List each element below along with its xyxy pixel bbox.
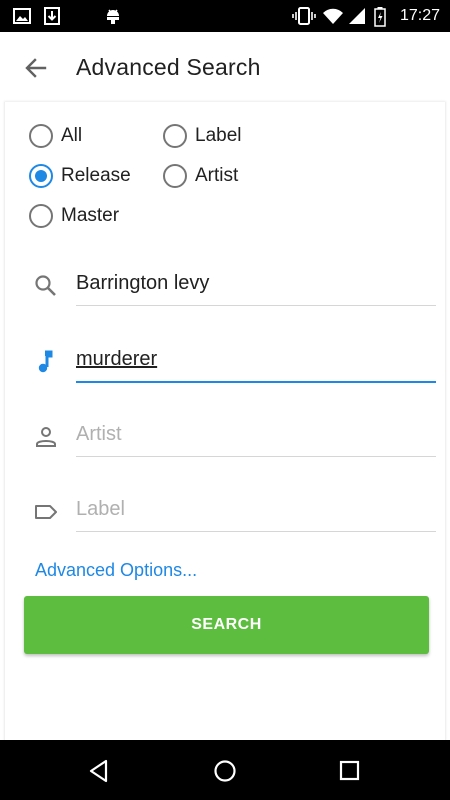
radio-circle[interactable] <box>29 124 53 148</box>
nav-recents-icon[interactable] <box>336 757 364 785</box>
radio-release[interactable]: Release <box>29 161 131 191</box>
label-underline <box>76 531 436 532</box>
artist-field <box>5 408 447 468</box>
radio-label-option[interactable]: Label <box>163 121 242 151</box>
artist-underline <box>76 456 436 457</box>
track-field <box>5 333 447 393</box>
search-button[interactable]: SEARCH <box>24 596 429 654</box>
cell-signal-icon <box>348 7 366 30</box>
arrow-back-icon[interactable] <box>22 54 50 82</box>
radio-label: Artist <box>195 165 239 186</box>
search-icon <box>33 273 59 299</box>
battery-icon <box>374 7 386 32</box>
query-field <box>5 257 447 317</box>
music-note-icon <box>33 349 59 375</box>
status-time: 17:27 <box>399 7 440 24</box>
track-underline <box>76 381 436 383</box>
radio-circle[interactable] <box>29 204 53 228</box>
nav-back-icon[interactable] <box>86 757 114 785</box>
artist-input[interactable] <box>76 418 436 450</box>
query-input[interactable] <box>76 267 436 299</box>
radio-circle[interactable] <box>29 164 53 188</box>
person-icon <box>33 424 59 450</box>
advanced-options-link[interactable]: Advanced Options... <box>35 560 197 581</box>
radio-label: All <box>61 125 83 146</box>
download-icon <box>44 7 60 30</box>
label-field <box>5 483 447 543</box>
query-underline <box>76 305 436 306</box>
radio-all[interactable]: All <box>29 121 82 151</box>
radio-circle[interactable] <box>163 164 187 188</box>
status-bar: 17:27 <box>0 0 450 32</box>
radio-master[interactable]: Master <box>29 201 119 231</box>
nav-home-icon[interactable] <box>211 757 239 785</box>
radio-label: Release <box>61 165 131 186</box>
label-tag-icon <box>33 499 59 525</box>
radio-artist[interactable]: Artist <box>163 161 238 191</box>
page-title: Advanced Search <box>76 54 261 80</box>
radio-circle[interactable] <box>163 124 187 148</box>
radio-label: Master <box>61 205 120 226</box>
vibrate-icon <box>292 7 316 30</box>
label-input[interactable] <box>76 493 436 525</box>
advanced-search-form: All Label Release Artist Master Barringt… <box>4 102 446 742</box>
track-input[interactable] <box>76 343 436 375</box>
radio-label: Label <box>195 125 242 146</box>
wifi-icon <box>322 7 344 30</box>
image-icon <box>13 7 31 30</box>
app-bar: Advanced Search <box>0 32 450 102</box>
android-icon <box>104 7 122 30</box>
navigation-bar <box>0 740 450 800</box>
